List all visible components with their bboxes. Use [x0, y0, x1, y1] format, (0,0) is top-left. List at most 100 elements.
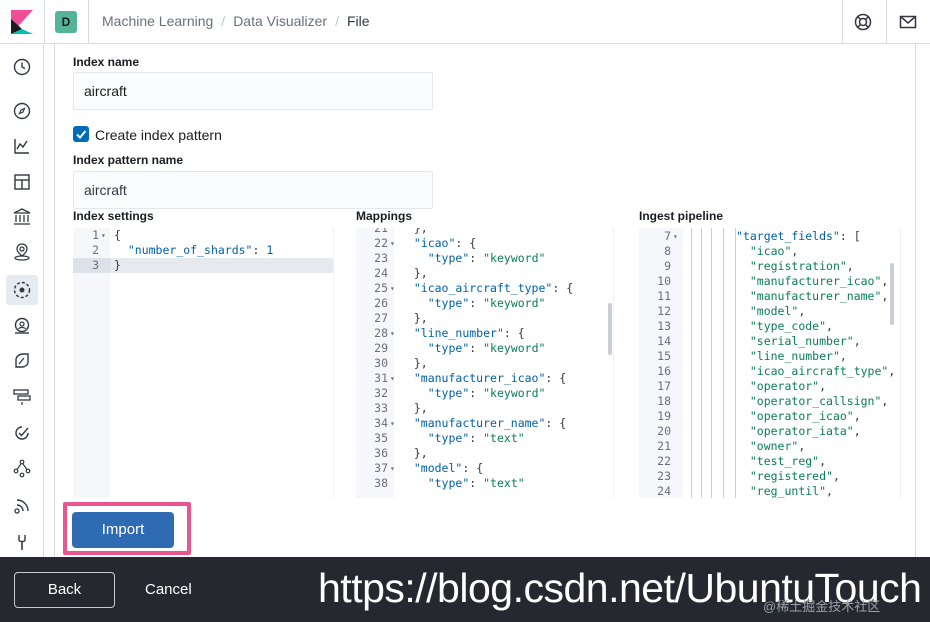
line-number: 30	[374, 356, 388, 370]
line-number: 9	[664, 259, 671, 273]
header-divider	[842, 0, 843, 44]
code-text: "line_number",	[749, 349, 847, 363]
fold-toggle-icon[interactable]: ▾	[390, 371, 395, 386]
line-number: 8	[664, 244, 671, 258]
metrics-icon[interactable]	[11, 315, 33, 337]
apm-icon[interactable]	[11, 386, 33, 408]
code-text: "reg_until",	[749, 484, 833, 498]
breadcrumb-file: File	[346, 13, 370, 29]
dashboard-icon[interactable]	[11, 171, 33, 193]
logs-icon[interactable]	[11, 350, 33, 372]
uptime-icon[interactable]	[11, 422, 33, 444]
fold-toggle-icon[interactable]: ▾	[101, 228, 106, 243]
breadcrumb: Machine Learning / Data Visualizer / Fil…	[102, 13, 370, 29]
indent-guide	[723, 228, 724, 498]
code-line: 38 "type": "text"	[356, 476, 613, 491]
code-text: },	[413, 356, 428, 370]
import-button[interactable]: Import	[72, 512, 174, 548]
mail-icon[interactable]	[898, 12, 918, 32]
line-number: 35	[374, 431, 388, 445]
indent-guide	[691, 228, 692, 498]
code-line: 17 "operator",	[639, 379, 900, 394]
line-number: 25	[374, 281, 388, 295]
code-line: 2 "number_of_shards": 1	[73, 243, 333, 258]
code-line: 23 "type": "keyword"	[356, 251, 613, 266]
code-line: 36 },	[356, 446, 613, 461]
visualize-icon[interactable]	[11, 135, 33, 157]
back-button[interactable]: Back	[14, 572, 115, 608]
code-line: 37 ▾ "model": {	[356, 461, 613, 476]
top-header: D Machine Learning / Data Visualizer / F…	[0, 0, 930, 44]
code-text: },	[413, 401, 428, 415]
line-number: 21	[657, 439, 671, 453]
code-text: {	[114, 228, 121, 242]
line-number: 38	[374, 476, 388, 490]
code-text: "icao",	[749, 244, 799, 258]
code-text: },	[413, 228, 428, 235]
space-avatar[interactable]: D	[55, 11, 77, 33]
maps-icon[interactable]	[11, 241, 33, 263]
breadcrumb-data-visualizer[interactable]: Data Visualizer	[233, 13, 327, 29]
code-line: 24 "reg_until",	[639, 484, 900, 498]
code-text: "manufacturer_name": {	[413, 416, 567, 430]
fold-toggle-icon[interactable]: ▾	[390, 326, 395, 341]
code-line: 19 "operator_icao",	[639, 409, 900, 424]
line-number: 23	[374, 251, 388, 265]
line-number: 14	[657, 334, 671, 348]
canvas-icon[interactable]	[11, 206, 33, 228]
create-index-pattern-label[interactable]: Create index pattern	[95, 127, 222, 143]
mappings-editor[interactable]: 21 }, 22 ▾ "icao": {23 "type": "keyword" 24…	[356, 228, 614, 498]
header-divider	[44, 0, 45, 44]
index-name-label: Index name	[73, 55, 140, 69]
kibana-logo-icon[interactable]	[11, 10, 33, 34]
code-line: 24 },	[356, 266, 613, 281]
code-text: "icao_aircraft_type",	[749, 364, 896, 378]
code-line: 27 },	[356, 311, 613, 326]
stack-monitoring-icon[interactable]	[11, 495, 33, 517]
code-line: 21 "owner",	[639, 439, 900, 454]
index-pattern-name-input[interactable]: aircraft	[73, 171, 433, 209]
line-number: 24	[374, 266, 388, 280]
ml-icon[interactable]	[11, 279, 33, 301]
fold-toggle-icon[interactable]: ▾	[390, 281, 395, 296]
breadcrumb-separator: /	[221, 13, 226, 29]
fold-toggle-icon[interactable]: ▾	[390, 461, 395, 476]
code-line: 16 "icao_aircraft_type",	[639, 364, 900, 379]
help-icon[interactable]	[853, 12, 873, 32]
fold-toggle-icon[interactable]: ▾	[390, 236, 395, 251]
graph-icon[interactable]	[11, 457, 33, 479]
ingest-pipeline-label: Ingest pipeline	[639, 209, 724, 223]
clock-icon[interactable]	[11, 56, 33, 78]
code-line: 23 "registered",	[639, 469, 900, 484]
cancel-button[interactable]: Cancel	[145, 581, 192, 598]
ingest-pipeline-editor[interactable]: 7 ▾ "target_fields": [8 "icao", 9 "registra…	[639, 228, 901, 498]
code-line: 29 "type": "keyword"	[356, 341, 613, 356]
dev-tools-icon[interactable]	[11, 531, 33, 553]
fold-toggle-icon[interactable]: ▾	[390, 416, 395, 431]
line-number: 29	[374, 341, 388, 355]
code-line: 15 "line_number",	[639, 349, 900, 364]
line-number: 36	[374, 446, 388, 460]
code-line: 10 "manufacturer_icao",	[639, 274, 900, 289]
code-line: 25 ▾ "icao_aircraft_type": {	[356, 281, 613, 296]
code-text: "type": "keyword"	[427, 341, 546, 355]
line-number: 13	[657, 319, 671, 333]
create-index-pattern-checkbox[interactable]	[73, 126, 89, 142]
code-text: },	[413, 446, 428, 460]
breadcrumb-machine-learning[interactable]: Machine Learning	[102, 13, 213, 29]
index-settings-editor[interactable]: 1 ▾{2 "number_of_shards": 1 3}	[73, 228, 334, 498]
code-text: "model",	[749, 304, 806, 318]
compass-icon[interactable]	[11, 100, 33, 122]
line-number: 1	[92, 228, 99, 242]
code-line: 26 "type": "keyword"	[356, 296, 613, 311]
line-number: 22	[657, 454, 671, 468]
line-number: 18	[657, 394, 671, 408]
fold-toggle-icon[interactable]: ▾	[673, 229, 678, 244]
line-number: 15	[657, 349, 671, 363]
line-number: 17	[657, 379, 671, 393]
code-line: 13 "type_code",	[639, 319, 900, 334]
line-number: 32	[374, 386, 388, 400]
code-line: 33 },	[356, 401, 613, 416]
index-name-input[interactable]: aircraft	[73, 72, 433, 110]
code-text: "registered",	[749, 469, 840, 483]
